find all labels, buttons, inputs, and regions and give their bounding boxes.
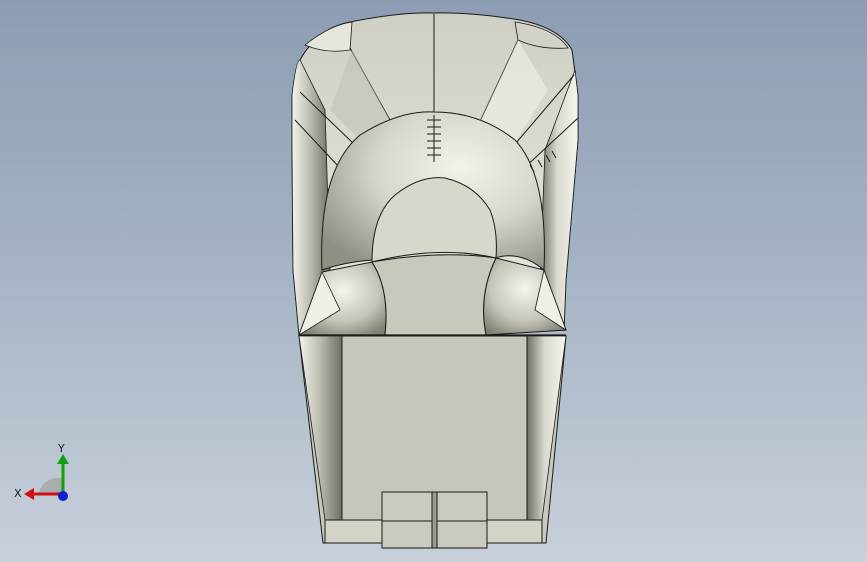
orientation-triad: Y X xyxy=(14,442,69,501)
triad-plane-wedge xyxy=(38,477,63,494)
3d-viewport[interactable]: Y X xyxy=(0,0,867,562)
y-axis-arrow xyxy=(57,454,69,464)
z-axis-dot xyxy=(58,491,68,501)
cad-model[interactable] xyxy=(0,0,867,562)
x-axis-arrow xyxy=(24,488,34,500)
x-axis-label: X xyxy=(14,487,22,500)
top-left-lobe xyxy=(304,21,353,52)
center-lower-panel xyxy=(371,254,497,336)
connector-block xyxy=(381,491,488,549)
y-axis-label: Y xyxy=(57,442,65,455)
